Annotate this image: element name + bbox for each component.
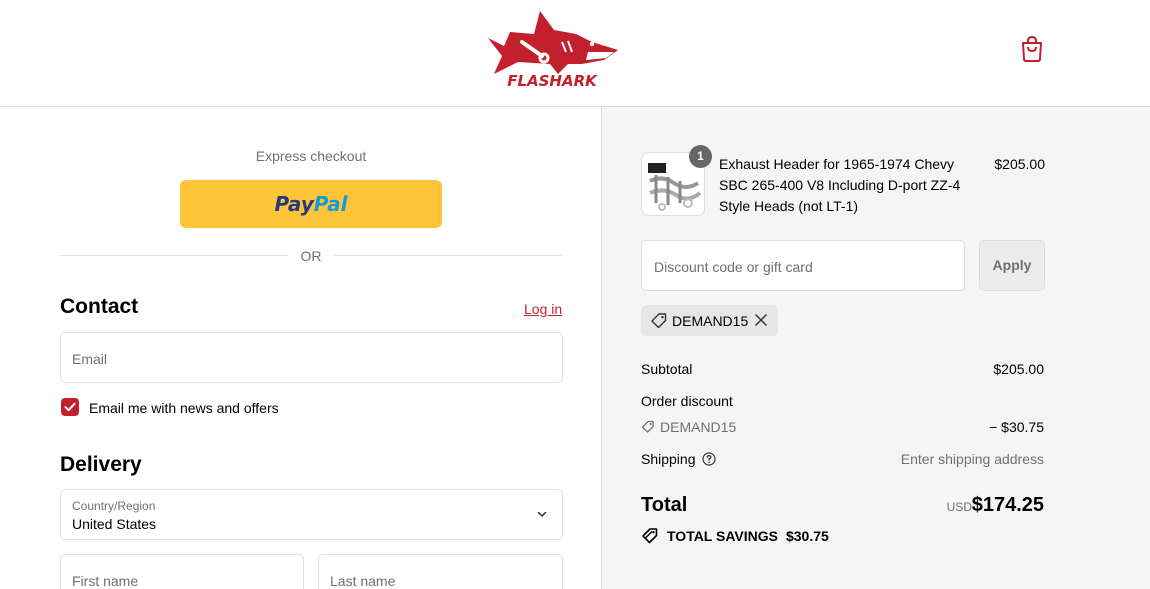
newsletter-checkbox[interactable] <box>61 398 79 416</box>
close-icon[interactable] <box>754 313 768 327</box>
currency-code: USD <box>946 500 972 514</box>
order-discount-code: DEMAND15 <box>660 419 737 435</box>
shipping-value: Enter shipping address <box>900 451 1044 467</box>
savings-label: TOTAL SAVINGS <box>667 528 778 544</box>
country-select[interactable]: Country/Region United States <box>60 489 563 540</box>
contact-title: Contact <box>60 295 139 318</box>
subtotal-value: $205.00 <box>993 361 1044 377</box>
last-name-field[interactable]: Last name <box>318 554 563 589</box>
total-savings: TOTAL SAVINGS $30.75 <box>641 527 829 545</box>
total-value: $174.25 <box>971 494 1044 516</box>
apply-button[interactable]: Apply <box>979 240 1045 291</box>
order-discount-code-row: DEMAND15 <box>641 419 736 435</box>
country-label: Country/Region <box>72 499 156 513</box>
email-field[interactable]: Email <box>60 332 563 383</box>
checkmark-icon <box>64 402 76 412</box>
chevron-down-icon <box>537 511 547 517</box>
or-divider: OR <box>60 247 562 265</box>
shopping-bag-icon <box>1022 35 1042 62</box>
brand-wordmark: FLASHARK <box>507 72 598 90</box>
help-circle-icon[interactable] <box>701 452 716 466</box>
checkout-form: Express checkout Pay Pal OR Contact Log i… <box>0 107 601 589</box>
product-title: Exhaust Header for 1965-1974 Chevy SBC 2… <box>719 156 961 214</box>
shipping-row-label: Shipping <box>641 451 716 467</box>
header: FLASHARK <box>0 0 1150 107</box>
discount-code-input[interactable]: Discount code or gift card <box>641 240 965 291</box>
tag-icon <box>651 313 667 329</box>
subtotal-label: Subtotal <box>641 361 693 377</box>
first-name-placeholder: First name <box>72 573 139 589</box>
product-price: $205.00 <box>994 156 1045 172</box>
flashark-logo[interactable]: FLASHARK <box>484 8 620 90</box>
discount-placeholder: Discount code or gift card <box>654 259 813 275</box>
total-label: Total <box>641 494 688 516</box>
last-name-placeholder: Last name <box>330 573 396 589</box>
paypal-wordmark-pay: Pay <box>274 192 314 216</box>
savings-value: $30.75 <box>785 528 829 544</box>
tag-icon <box>641 420 654 433</box>
cart-button[interactable] <box>1018 34 1046 64</box>
order-discount-value: − $30.75 <box>989 419 1044 435</box>
email-placeholder: Email <box>72 351 108 367</box>
delivery-title: Delivery <box>60 453 142 476</box>
shipping-label: Shipping <box>641 451 696 467</box>
order-discount-label: Order discount <box>641 393 733 409</box>
paypal-button[interactable]: Pay Pal <box>180 180 442 228</box>
order-summary: 1 Exhaust Header for 1965-1974 Chevy SBC… <box>601 107 1150 589</box>
paypal-wordmark-pal: Pal <box>313 192 348 216</box>
quantity-badge: 1 <box>689 145 712 168</box>
savings-tag-icon <box>642 528 658 544</box>
newsletter-label: Email me with news and offers <box>89 400 279 416</box>
or-text: OR <box>300 248 322 264</box>
applied-discount-chip: DEMAND15 <box>641 305 778 336</box>
login-link[interactable]: Log in <box>524 301 562 317</box>
applied-code: DEMAND15 <box>672 313 749 329</box>
country-value: United States <box>72 516 157 532</box>
first-name-field[interactable]: First name <box>60 554 304 589</box>
express-checkout-label: Express checkout <box>255 148 367 164</box>
